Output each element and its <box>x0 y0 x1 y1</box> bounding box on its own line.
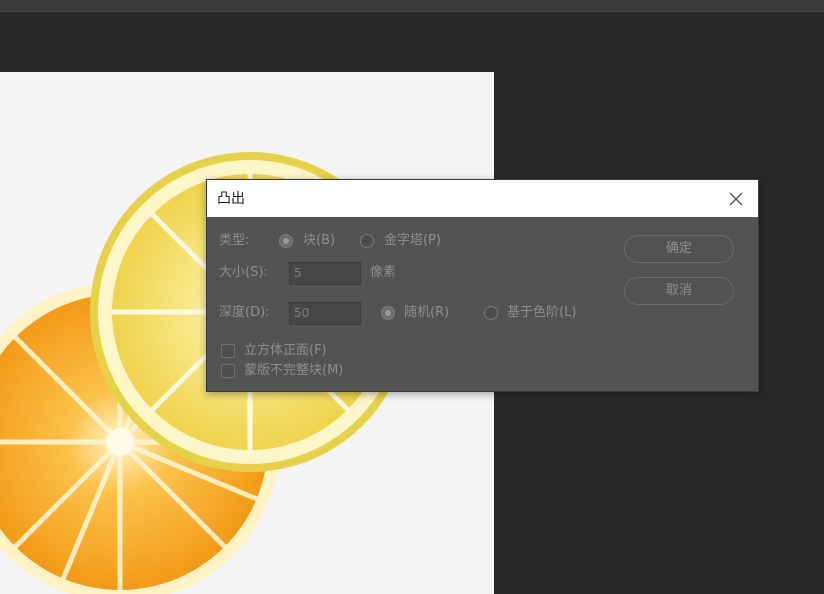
photoshop-workspace: 凸出 类型: 块(B) 金字塔(P) 大小(S): 5 像素 深度(D): 50… <box>0 0 824 594</box>
type-block-label[interactable]: 块(B) <box>303 233 335 249</box>
type-pyramid-label[interactable]: 金字塔(P) <box>384 233 441 249</box>
type-block-radio[interactable] <box>279 234 293 248</box>
depth-random-label[interactable]: 随机(R) <box>404 305 449 321</box>
size-unit-label: 像素 <box>370 265 397 280</box>
depth-random-radio[interactable] <box>381 306 395 320</box>
extrude-dialog: 凸出 类型: 块(B) 金字塔(P) 大小(S): 5 像素 深度(D): 50… <box>206 179 759 392</box>
mask-incomplete-checkbox[interactable] <box>221 364 235 378</box>
depth-level-based-label[interactable]: 基于色阶(L) <box>507 305 576 321</box>
cancel-button[interactable]: 取消 <box>624 277 734 305</box>
depth-label: 深度(D): <box>219 305 270 320</box>
type-pyramid-radio[interactable] <box>360 234 374 248</box>
dialog-title: 凸出 <box>217 191 245 207</box>
type-label: 类型: <box>219 233 250 248</box>
close-icon <box>729 192 743 206</box>
options-bar <box>0 0 824 12</box>
close-button[interactable] <box>726 189 746 209</box>
depth-input[interactable]: 50 <box>289 302 361 325</box>
dialog-titlebar: 凸出 <box>207 180 758 217</box>
solid-front-label[interactable]: 立方体正面(F) <box>244 343 327 359</box>
solid-front-checkbox[interactable] <box>221 344 235 358</box>
size-label: 大小(S): <box>219 265 268 280</box>
size-input[interactable]: 5 <box>289 262 361 285</box>
mask-incomplete-label[interactable]: 蒙版不完整块(M) <box>244 363 343 379</box>
ok-button[interactable]: 确定 <box>624 235 734 263</box>
depth-level-based-radio[interactable] <box>484 306 498 320</box>
